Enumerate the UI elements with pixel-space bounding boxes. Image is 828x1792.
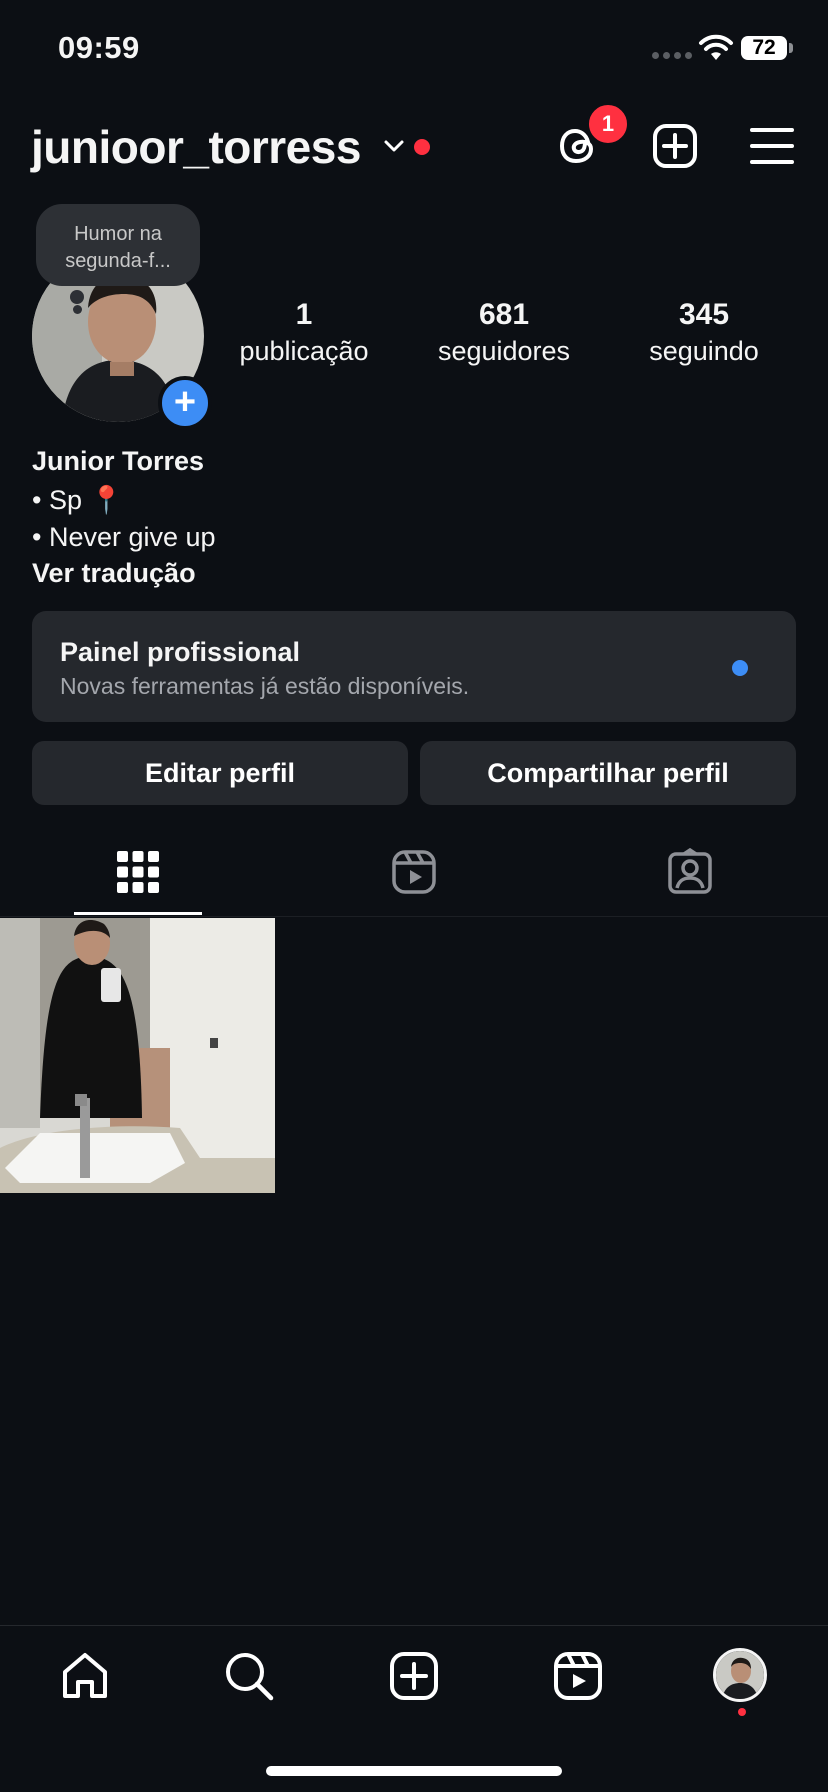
search-icon[interactable] (223, 1650, 275, 1702)
create-icon[interactable] (388, 1650, 440, 1702)
profile-name: Junior Torres (32, 446, 205, 476)
tab-divider (0, 916, 828, 917)
post-thumbnail[interactable] (0, 918, 275, 1193)
stat-label: seguindo (649, 336, 759, 366)
note-bubble-tail (70, 290, 84, 304)
stat-followers[interactable]: 681 seguidores (419, 298, 589, 367)
reels-icon[interactable] (390, 848, 438, 896)
panel-new-dot (732, 660, 748, 676)
share-profile-button[interactable]: Compartilhar perfil (420, 741, 796, 805)
nav-divider (0, 1625, 828, 1626)
username-switcher[interactable]: junioor_torress (31, 120, 361, 174)
panel-subtitle: Novas ferramentas já estão disponíveis. (60, 673, 470, 699)
see-translation-link[interactable]: Ver tradução (32, 558, 196, 589)
menu-icon[interactable] (748, 122, 796, 170)
new-post-icon[interactable] (651, 122, 699, 170)
active-tab-indicator (74, 912, 202, 915)
home-icon[interactable] (59, 1650, 111, 1702)
wifi-icon (699, 34, 733, 60)
grid-icon[interactable] (114, 848, 162, 896)
cellular-signal-icon (652, 52, 692, 59)
nav-notification-dot (738, 1708, 746, 1716)
profile-avatar-nav[interactable] (713, 1648, 767, 1702)
stat-number: 681 (478, 298, 530, 331)
stat-following[interactable]: 345 seguindo (619, 298, 789, 367)
tagged-icon[interactable] (666, 848, 714, 896)
stat-number: 1 (295, 298, 313, 331)
bio-line: • Never give up (32, 522, 216, 552)
battery-cap (789, 43, 793, 53)
threads-badge: 1 (586, 102, 630, 146)
stat-label: publicação (239, 336, 369, 366)
stat-label: seguidores (437, 336, 571, 366)
add-story-button[interactable]: + (158, 376, 212, 430)
edit-profile-button[interactable]: Editar perfil (32, 741, 408, 805)
reels-nav-icon[interactable] (552, 1650, 604, 1702)
panel-title: Painel profissional (60, 637, 301, 667)
status-time: 09:59 (58, 30, 140, 65)
profile-note-bubble[interactable]: Humor na segunda-f... (36, 204, 200, 286)
bio-line: • Sp 📍 (32, 485, 124, 515)
battery-icon: 72 (741, 36, 787, 60)
chevron-down-icon[interactable] (382, 134, 406, 158)
note-bubble-tail-small (73, 305, 82, 314)
account-notification-dot (414, 139, 430, 155)
home-indicator (266, 1766, 562, 1776)
stat-posts[interactable]: 1 publicação (219, 298, 389, 367)
stat-number: 345 (678, 298, 730, 331)
